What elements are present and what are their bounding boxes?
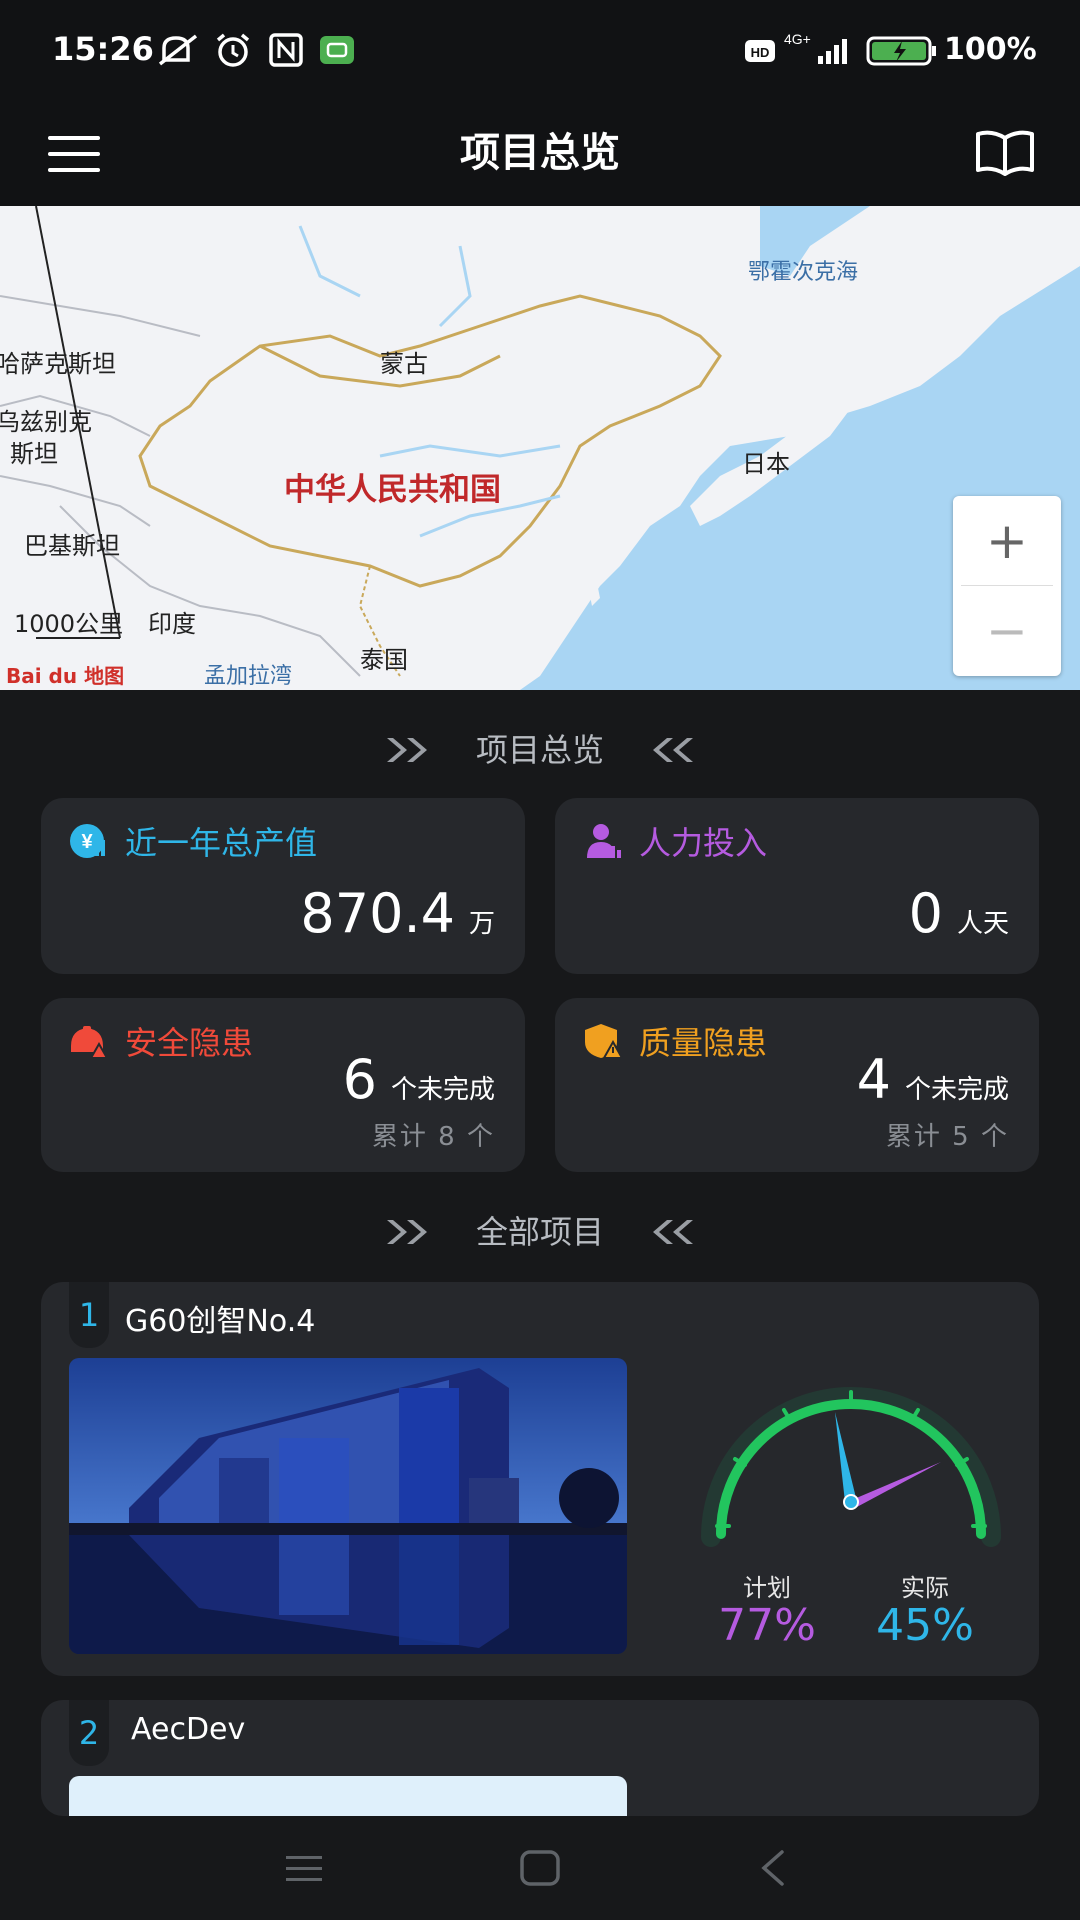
quality-unit: 个未完成 — [904, 1075, 1009, 1105]
progress-gauge — [681, 1776, 1021, 1816]
map-label-china: 中华人民共和国 — [284, 472, 501, 508]
project-index: 2 — [69, 1700, 109, 1766]
output-unit: 万 — [468, 909, 495, 939]
safety-hazard-card[interactable]: 安全隐患 6 个未完成 累计 8 个 — [41, 998, 525, 1172]
project-name: AecDev — [131, 1712, 246, 1747]
actual-value: 45% — [876, 1600, 974, 1651]
hd-icon: HD — [745, 40, 775, 62]
map-label-mongolia: 蒙古 — [380, 350, 428, 378]
recent-apps-icon[interactable] — [282, 1850, 326, 1886]
plan-needle — [847, 1462, 941, 1508]
double-chevron-left-icon — [653, 1220, 694, 1244]
back-icon[interactable] — [756, 1848, 792, 1888]
output-card-title: 近一年总产值 — [125, 824, 318, 862]
overview-section-header: 项目总览 — [0, 720, 1080, 780]
project-name: G60创智No.4 — [125, 1304, 316, 1339]
page-title: 项目总览 — [460, 130, 620, 176]
actual-needle — [835, 1412, 857, 1502]
project-photo — [69, 1776, 627, 1816]
output-value-card[interactable]: ¥ 近一年总产值 870.4 万 — [41, 798, 525, 974]
actual-label: 实际 — [901, 1574, 949, 1602]
signal-icon: 4G+ — [784, 32, 847, 64]
battery-percent: 100% — [944, 32, 1037, 67]
baidu-map-logo: Bai du 地图 — [6, 664, 125, 688]
map-label-kazakhstan: 哈萨克斯坦 — [0, 350, 116, 378]
labor-value: 0 — [908, 882, 943, 945]
labor-input-card[interactable]: 人力投入 0 人天 — [555, 798, 1039, 974]
project-map[interactable]: 哈萨克斯坦 乌兹别克 斯坦 巴基斯坦 蒙古 鄂霍次克海 日本 中华人民共和国 1… — [0, 206, 1080, 690]
double-chevron-right-icon — [386, 738, 427, 762]
quality-card-title: 质量隐患 — [639, 1024, 768, 1062]
map-label-bengal: 孟加拉湾 — [204, 664, 293, 689]
shield-warning-icon — [585, 1024, 623, 1059]
progress-gauge — [701, 1387, 1001, 1547]
plan-label: 计划 — [743, 1574, 791, 1602]
zoom-in-button[interactable]: + — [953, 496, 1061, 586]
double-chevron-left-icon — [653, 738, 694, 762]
safety-card-title: 安全隐患 — [125, 1024, 254, 1062]
map-label-pakistan: 巴基斯坦 — [24, 532, 120, 560]
battery-icon — [866, 36, 936, 66]
money-chart-icon: ¥ — [70, 824, 105, 858]
map-label-uzbekistan: 乌兹别克 — [0, 408, 92, 436]
labor-card-title: 人力投入 — [639, 824, 768, 862]
project-photo — [69, 1358, 627, 1654]
project-card[interactable]: 1 G60创智No.4 计划 77% 实际 45% — [41, 1282, 1039, 1676]
nfc-icon — [269, 33, 303, 67]
quality-total: 累计 5 个 — [885, 1122, 1009, 1152]
map-label-okhotsk: 鄂霍次克海 — [748, 260, 859, 285]
svg-text:HD: HD — [751, 45, 770, 60]
android-app-icon — [320, 36, 354, 64]
book-icon[interactable] — [974, 122, 1036, 182]
map-label-india: 印度 — [148, 610, 196, 638]
worker-icon — [587, 824, 621, 858]
zoom-out-button[interactable]: − — [953, 586, 1061, 676]
quality-hazard-card[interactable]: 质量隐患 4 个未完成 累计 5 个 — [555, 998, 1039, 1172]
svg-text:¥: ¥ — [81, 831, 93, 853]
map-label-thailand: 泰国 — [360, 646, 408, 674]
quality-value: 4 — [856, 1048, 891, 1111]
safety-value: 6 — [342, 1048, 377, 1111]
labor-unit: 人天 — [956, 909, 1009, 939]
map-zoom-control: + − — [953, 496, 1061, 676]
labor-card-value: 0 人天 — [909, 882, 1009, 945]
map-scale: 1000公里 — [14, 610, 124, 638]
safety-card-value: 6 个未完成 — [343, 1048, 495, 1111]
output-card-value: 870.4 万 — [300, 882, 495, 945]
status-bar: 15:26 HD 4G+ 100% — [0, 0, 1080, 100]
system-nav-bar — [0, 1816, 1080, 1920]
projects-section-title: 全部项目 — [475, 1213, 604, 1251]
home-icon[interactable] — [518, 1848, 562, 1888]
double-chevron-right-icon — [386, 1220, 427, 1244]
project-index: 1 — [69, 1282, 109, 1348]
output-value: 870.4 — [300, 882, 455, 945]
map-label-japan: 日本 — [742, 450, 790, 478]
svg-text:4G+: 4G+ — [784, 32, 811, 47]
alarm-icon — [216, 33, 250, 67]
status-time: 15:26 — [52, 30, 154, 68]
app-header: 项目总览 — [0, 100, 1080, 206]
project-card[interactable]: 2 AecDev — [41, 1700, 1039, 1816]
overview-section-title: 项目总览 — [475, 731, 604, 769]
projects-section-header: 全部项目 — [0, 1202, 1080, 1262]
quality-card-value: 4 个未完成 — [857, 1048, 1009, 1111]
safety-total: 累计 8 个 — [371, 1122, 495, 1152]
safety-unit: 个未完成 — [390, 1075, 495, 1105]
mute-vibrate-icon — [158, 34, 198, 66]
hardhat-warning-icon — [71, 1026, 109, 1059]
map-label-uzbekistan-2: 斯坦 — [10, 440, 58, 468]
